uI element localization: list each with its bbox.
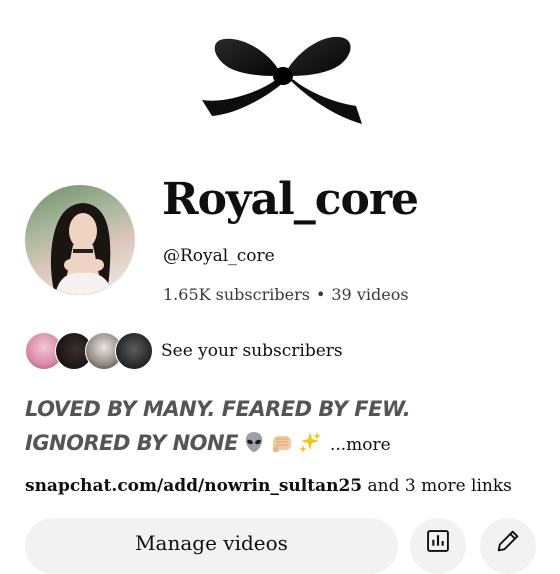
snapchat-link[interactable]: snapchat.com/add/nowrin_sultan25	[25, 476, 362, 496]
edit-pencil-icon	[497, 530, 519, 552]
analytics-icon	[427, 530, 449, 552]
edit-button[interactable]	[480, 518, 536, 574]
manage-videos-button[interactable]: Manage videos	[25, 518, 398, 574]
sparkles-emoji-icon	[298, 430, 322, 454]
subscriber-avatar-stack	[25, 332, 153, 370]
ribbon-bow-icon	[198, 30, 366, 130]
subscriber-count: 1.65K subscribers	[163, 285, 310, 304]
channel-avatar[interactable]	[25, 185, 135, 295]
description-line-2: IGNORED BY NONE ...more	[25, 426, 545, 462]
channel-links: snapchat.com/add/nowrin_sultan25 and 3 m…	[25, 476, 512, 496]
description-line-2-text: IGNORED BY NONE	[25, 431, 238, 455]
channel-handle: @Royal_core	[163, 246, 275, 266]
subscriber-avatar	[115, 332, 153, 370]
fist-bump-emoji-icon	[270, 430, 294, 454]
channel-description[interactable]: LOVED BY MANY. FEARED BY FEW. IGNORED BY…	[25, 392, 545, 462]
manage-videos-label: Manage videos	[135, 530, 288, 555]
channel-name: Royal_core	[162, 174, 419, 225]
description-more-link[interactable]: ...more	[330, 435, 391, 455]
see-subscribers-row[interactable]: See your subscribers	[25, 332, 343, 370]
video-count: 39 videos	[331, 285, 409, 304]
see-subscribers-label: See your subscribers	[161, 341, 343, 361]
more-links-button[interactable]: and 3 more links	[368, 476, 512, 496]
stats-separator: •	[315, 285, 326, 304]
description-line-1: LOVED BY MANY. FEARED BY FEW.	[25, 397, 411, 421]
channel-stats: 1.65K subscribers • 39 videos	[163, 285, 409, 304]
analytics-button[interactable]	[410, 518, 466, 574]
alien-emoji-icon	[242, 430, 266, 454]
